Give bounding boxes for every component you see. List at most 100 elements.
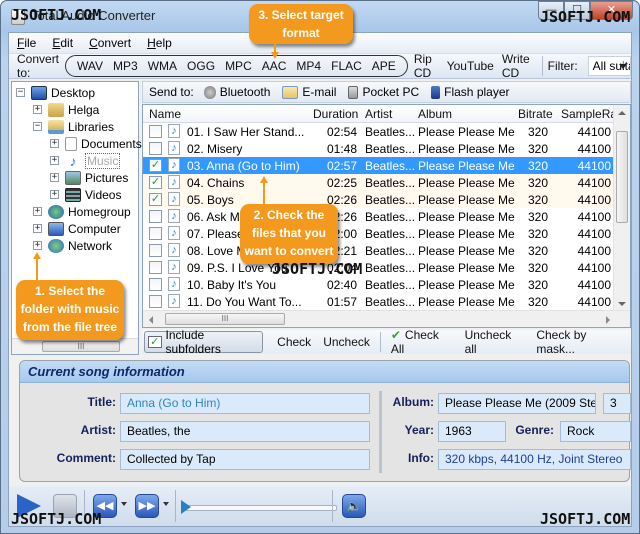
format-ape-button[interactable]: APE	[372, 59, 396, 73]
format-ogg-button[interactable]: OGG	[187, 59, 215, 73]
rip-cd-button[interactable]: Rip CD	[414, 52, 439, 80]
expand-icon[interactable]: +	[50, 190, 59, 199]
check-by-mask-button[interactable]: Check by mask...	[536, 328, 625, 356]
expand-icon[interactable]: +	[50, 139, 59, 148]
scroll-left-icon[interactable]	[149, 316, 153, 324]
tree-item-videos[interactable]: + Videos	[50, 186, 121, 203]
table-row[interactable]: ♪ 09. P.S. I Love You 02:04 Beatles... Pleas…	[143, 259, 615, 276]
tree-item-documents[interactable]: + Documents	[50, 135, 142, 152]
include-subfolders-toggle[interactable]: ✓ Include subfolders	[144, 328, 264, 356]
checkbox[interactable]	[149, 142, 162, 155]
volume-button[interactable]: 🔈	[342, 494, 366, 518]
table-row[interactable]: ♪ 02. Misery 01:48 Beatles... Please Please …	[143, 140, 615, 157]
column-header-album[interactable]: Album	[418, 107, 452, 121]
format-mp4-button[interactable]: MP4	[296, 59, 321, 73]
list-horizontal-scrollbar[interactable]: III	[143, 310, 630, 327]
menu-convert[interactable]: Convert	[89, 36, 131, 50]
table-row[interactable]: ✓ ♪ 04. Chains 02:25 Beatles... Please Please…	[143, 174, 615, 191]
scroll-down-icon[interactable]	[618, 302, 626, 306]
send-flash-player-button[interactable]: Flash player	[431, 85, 510, 99]
list-vertical-scrollbar[interactable]	[613, 105, 630, 312]
checkbox-checked[interactable]: ✓	[149, 176, 162, 189]
table-row[interactable]: ✓ ♪ 05. Boys 02:26 Beatles... Please Please M…	[143, 191, 615, 208]
scrollbar-thumb[interactable]: III	[42, 341, 120, 352]
forward-button[interactable]: ▶▶	[135, 494, 159, 518]
format-flac-button[interactable]: FLAC	[331, 59, 362, 73]
column-header-duration[interactable]: Duration	[313, 107, 358, 121]
tree-item-homegroup[interactable]: + Homegroup	[33, 203, 131, 220]
genre-field[interactable]: Rock	[560, 421, 631, 442]
forward-dropdown-icon[interactable]	[163, 502, 169, 506]
scroll-up-icon[interactable]	[618, 111, 626, 115]
rewind-dropdown-icon[interactable]	[121, 502, 127, 506]
scroll-right-icon[interactable]	[606, 316, 610, 324]
comment-field[interactable]: Collected by Tap	[120, 449, 370, 470]
callout-step2: 2. Check the files that you want to conv…	[240, 204, 338, 264]
filter-select[interactable]: All suitable	[587, 56, 631, 76]
file-list[interactable]: Name Duration Artist Album Bitrate Sampl…	[142, 104, 631, 328]
menu-file[interactable]: File	[17, 36, 36, 50]
format-wav-button[interactable]: WAV	[77, 59, 103, 73]
cell-duration: 01:48	[326, 142, 357, 156]
collapse-icon[interactable]: −	[33, 122, 42, 131]
youtube-button[interactable]: YouTube	[447, 59, 494, 73]
format-wma-button[interactable]: WMA	[148, 59, 177, 73]
table-row[interactable]: ♪ 06. Ask Me Why 02:26 Beatles... Please Ple…	[143, 208, 615, 225]
expand-icon[interactable]: +	[33, 105, 42, 114]
send-bluetooth-button[interactable]: Bluetooth	[203, 85, 270, 99]
tree-item-music[interactable]: + ♪ Music	[50, 152, 121, 169]
artist-field[interactable]: Beatles, the	[120, 421, 370, 442]
checkbox[interactable]	[149, 261, 162, 274]
checkbox[interactable]	[149, 125, 162, 138]
send-pocket-pc-button[interactable]: Pocket PC	[348, 85, 419, 99]
table-row[interactable]: ♪ 01. I Saw Her Stand... 02:54 Beatles... Pl…	[143, 123, 615, 140]
checkbox-checked[interactable]: ✓	[149, 159, 162, 172]
column-header-artist[interactable]: Artist	[365, 107, 392, 121]
tree-item-libraries[interactable]: − Libraries	[33, 118, 114, 135]
menu-help[interactable]: Help	[147, 36, 172, 50]
collapse-icon[interactable]: −	[16, 88, 25, 97]
checkbox[interactable]	[149, 278, 162, 291]
checkbox[interactable]	[149, 244, 162, 257]
table-row[interactable]: ✓ ♪ 03. Anna (Go to Him) 02:57 Beatles... Ple…	[143, 157, 615, 174]
check-button[interactable]: Check	[277, 335, 311, 349]
tree-horizontal-scrollbar[interactable]: III	[12, 338, 138, 354]
expand-icon[interactable]: +	[33, 241, 42, 250]
menu-edit[interactable]: Edit	[52, 36, 73, 50]
expand-icon[interactable]: +	[50, 173, 59, 182]
column-header-name[interactable]: Name	[149, 107, 181, 121]
year-field[interactable]: 1963	[438, 421, 506, 442]
format-aac-button[interactable]: AAC	[262, 59, 287, 73]
title-field[interactable]: Anna (Go to Him)	[120, 393, 370, 414]
checkbox-checked[interactable]: ✓	[149, 193, 162, 206]
column-header-bitrate[interactable]: Bitrate	[518, 107, 553, 121]
check-all-button[interactable]: ✔ Check All	[391, 328, 453, 356]
checkbox[interactable]	[149, 295, 162, 308]
album-field[interactable]: Please Please Me (2009 Stereo	[438, 393, 596, 414]
uncheck-all-button[interactable]: Uncheck all	[465, 328, 525, 356]
expand-icon[interactable]: +	[50, 156, 59, 165]
tree-item-helga[interactable]: + Helga	[33, 101, 99, 118]
format-mp3-button[interactable]: MP3	[113, 59, 138, 73]
table-row[interactable]: ♪ 10. Baby It's You 02:40 Beatles... Please …	[143, 276, 615, 293]
uncheck-button[interactable]: Uncheck	[323, 335, 370, 349]
scrollbar-thumb[interactable]	[616, 131, 628, 223]
tree-item-network[interactable]: + Network	[33, 237, 112, 254]
track-field[interactable]: 3	[603, 393, 631, 414]
format-mpc-button[interactable]: MPC	[225, 59, 252, 73]
expand-icon[interactable]: +	[33, 224, 42, 233]
table-row[interactable]: ♪ 08. Love Me Do 02:21 Beatles... Please Ple…	[143, 242, 615, 259]
write-cd-button[interactable]: Write CD	[502, 52, 533, 80]
table-row[interactable]: ♪ 11. Do You Want To... 01:57 Beatles... Ple…	[143, 293, 615, 310]
seek-slider[interactable]	[185, 505, 337, 511]
scrollbar-thumb[interactable]: III	[165, 313, 285, 325]
checkbox[interactable]	[149, 210, 162, 223]
seek-thumb[interactable]	[181, 500, 191, 514]
tree-item-computer[interactable]: + Computer	[33, 220, 121, 237]
checkbox[interactable]	[149, 227, 162, 240]
tree-item-pictures[interactable]: + Pictures	[50, 169, 128, 186]
tree-item-desktop[interactable]: − Desktop	[16, 84, 95, 101]
table-row[interactable]: ♪07. Please Please Me02:00Beatles...Plea…	[143, 225, 615, 242]
send-email-button[interactable]: E-mail	[282, 85, 336, 99]
expand-icon[interactable]: +	[33, 207, 42, 216]
